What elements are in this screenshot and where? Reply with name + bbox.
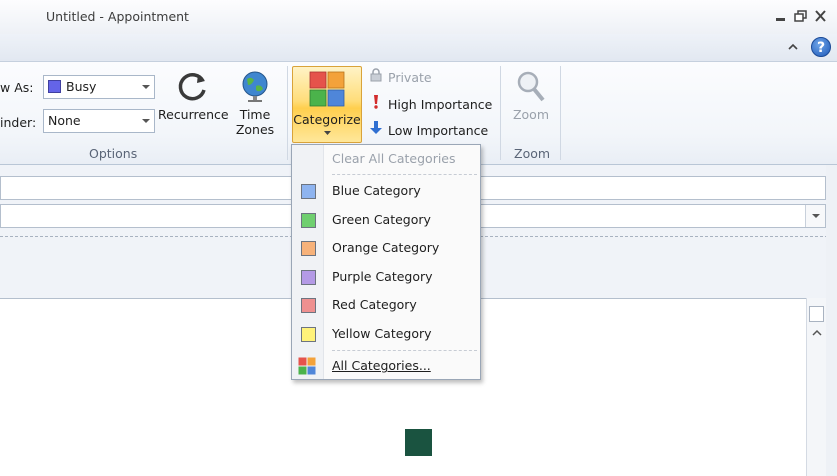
low-importance-label: Low Importance <box>388 123 489 138</box>
group-divider <box>560 66 561 160</box>
time-zones-label-1: Time <box>239 107 271 122</box>
blue-category-label: Blue Category <box>332 183 421 198</box>
page-icon[interactable] <box>809 306 824 322</box>
reminder-label: inder: <box>0 115 37 130</box>
menu-item-clear-all[interactable]: Clear All Categories <box>292 145 480 173</box>
group-divider <box>287 66 288 160</box>
menu-separator <box>332 174 477 175</box>
green-category-label: Green Category <box>332 212 431 227</box>
window-edge <box>826 165 837 476</box>
time-zones-button[interactable]: Time Zones <box>232 68 278 137</box>
zoom-button[interactable]: Zoom <box>508 68 554 122</box>
recurrence-button[interactable]: Recurrence <box>158 68 229 122</box>
menu-item-green[interactable]: Green Category <box>292 206 480 234</box>
minimize-icon[interactable] <box>773 9 789 23</box>
recurrence-label: Recurrence <box>158 107 229 122</box>
menu-item-red[interactable]: Red Category <box>292 291 480 319</box>
menu-separator <box>332 350 477 351</box>
options-group-label: Options <box>89 146 138 161</box>
magnifier-icon <box>517 71 545 102</box>
purple-category-label: Purple Category <box>332 269 433 284</box>
time-zones-label-2: Zones <box>235 122 275 137</box>
private-label: Private <box>388 70 432 85</box>
menu-item-all-categories[interactable]: All Categories... <box>292 352 480 380</box>
ribbon-tab-row: ? <box>0 34 837 61</box>
mouse-cursor-marker <box>405 429 432 456</box>
recurrence-icon <box>178 73 206 101</box>
all-categories-icon <box>298 357 316 375</box>
close-icon[interactable] <box>813 9 829 23</box>
high-importance-label: High Importance <box>388 97 493 112</box>
reminder-dropdown[interactable]: None <box>43 109 155 133</box>
vertical-scrollbar[interactable] <box>806 298 826 476</box>
red-swatch-icon <box>301 298 316 313</box>
categorize-icon <box>309 71 345 107</box>
clear-all-label: Clear All Categories <box>332 151 456 166</box>
chevron-down-icon <box>142 119 150 123</box>
arrow-down-icon <box>368 120 384 141</box>
low-importance-button[interactable]: Low Importance <box>368 120 488 140</box>
orange-swatch-icon <box>301 241 316 256</box>
categorize-menu: Clear All Categories Blue Category Green… <box>291 144 481 380</box>
categorize-button[interactable]: Categorize <box>292 66 362 143</box>
scroll-up-icon[interactable] <box>811 328 823 338</box>
busy-swatch-icon <box>48 80 61 93</box>
exclamation-icon <box>368 94 384 115</box>
purple-swatch-icon <box>301 270 316 285</box>
group-divider <box>500 66 501 160</box>
location-dropdown-button[interactable] <box>805 205 825 227</box>
restore-icon[interactable] <box>793 9 809 23</box>
high-importance-button[interactable]: High Importance <box>368 94 492 114</box>
show-as-dropdown[interactable]: Busy <box>43 75 155 99</box>
window-title: Untitled - Appointment <box>46 9 189 24</box>
show-as-value: Busy <box>66 79 97 94</box>
private-button[interactable]: Private <box>368 68 432 88</box>
show-as-label: w As: <box>0 80 34 95</box>
blue-swatch-icon <box>301 184 316 199</box>
green-swatch-icon <box>301 213 316 228</box>
chevron-down-icon <box>324 131 331 135</box>
yellow-category-label: Yellow Category <box>332 326 432 341</box>
help-icon[interactable]: ? <box>811 37 831 57</box>
globe-icon <box>242 71 268 102</box>
menu-item-orange[interactable]: Orange Category <box>292 234 480 262</box>
chevron-down-icon <box>812 214 820 218</box>
zoom-label: Zoom <box>512 107 550 122</box>
title-bar: Untitled - Appointment <box>0 0 837 34</box>
menu-item-blue[interactable]: Blue Category <box>292 177 480 205</box>
yellow-swatch-icon <box>301 327 316 342</box>
all-categories-label: All Categories... <box>332 358 431 373</box>
menu-item-yellow[interactable]: Yellow Category <box>292 320 480 348</box>
zoom-group-label: Zoom <box>514 146 551 161</box>
chevron-down-icon <box>142 85 150 89</box>
reminder-value: None <box>48 113 81 128</box>
categorize-label: Categorize <box>293 112 361 127</box>
red-category-label: Red Category <box>332 297 417 312</box>
menu-item-purple[interactable]: Purple Category <box>292 263 480 291</box>
orange-category-label: Orange Category <box>332 240 440 255</box>
collapse-ribbon-icon[interactable] <box>786 40 800 54</box>
lock-icon <box>368 68 384 88</box>
